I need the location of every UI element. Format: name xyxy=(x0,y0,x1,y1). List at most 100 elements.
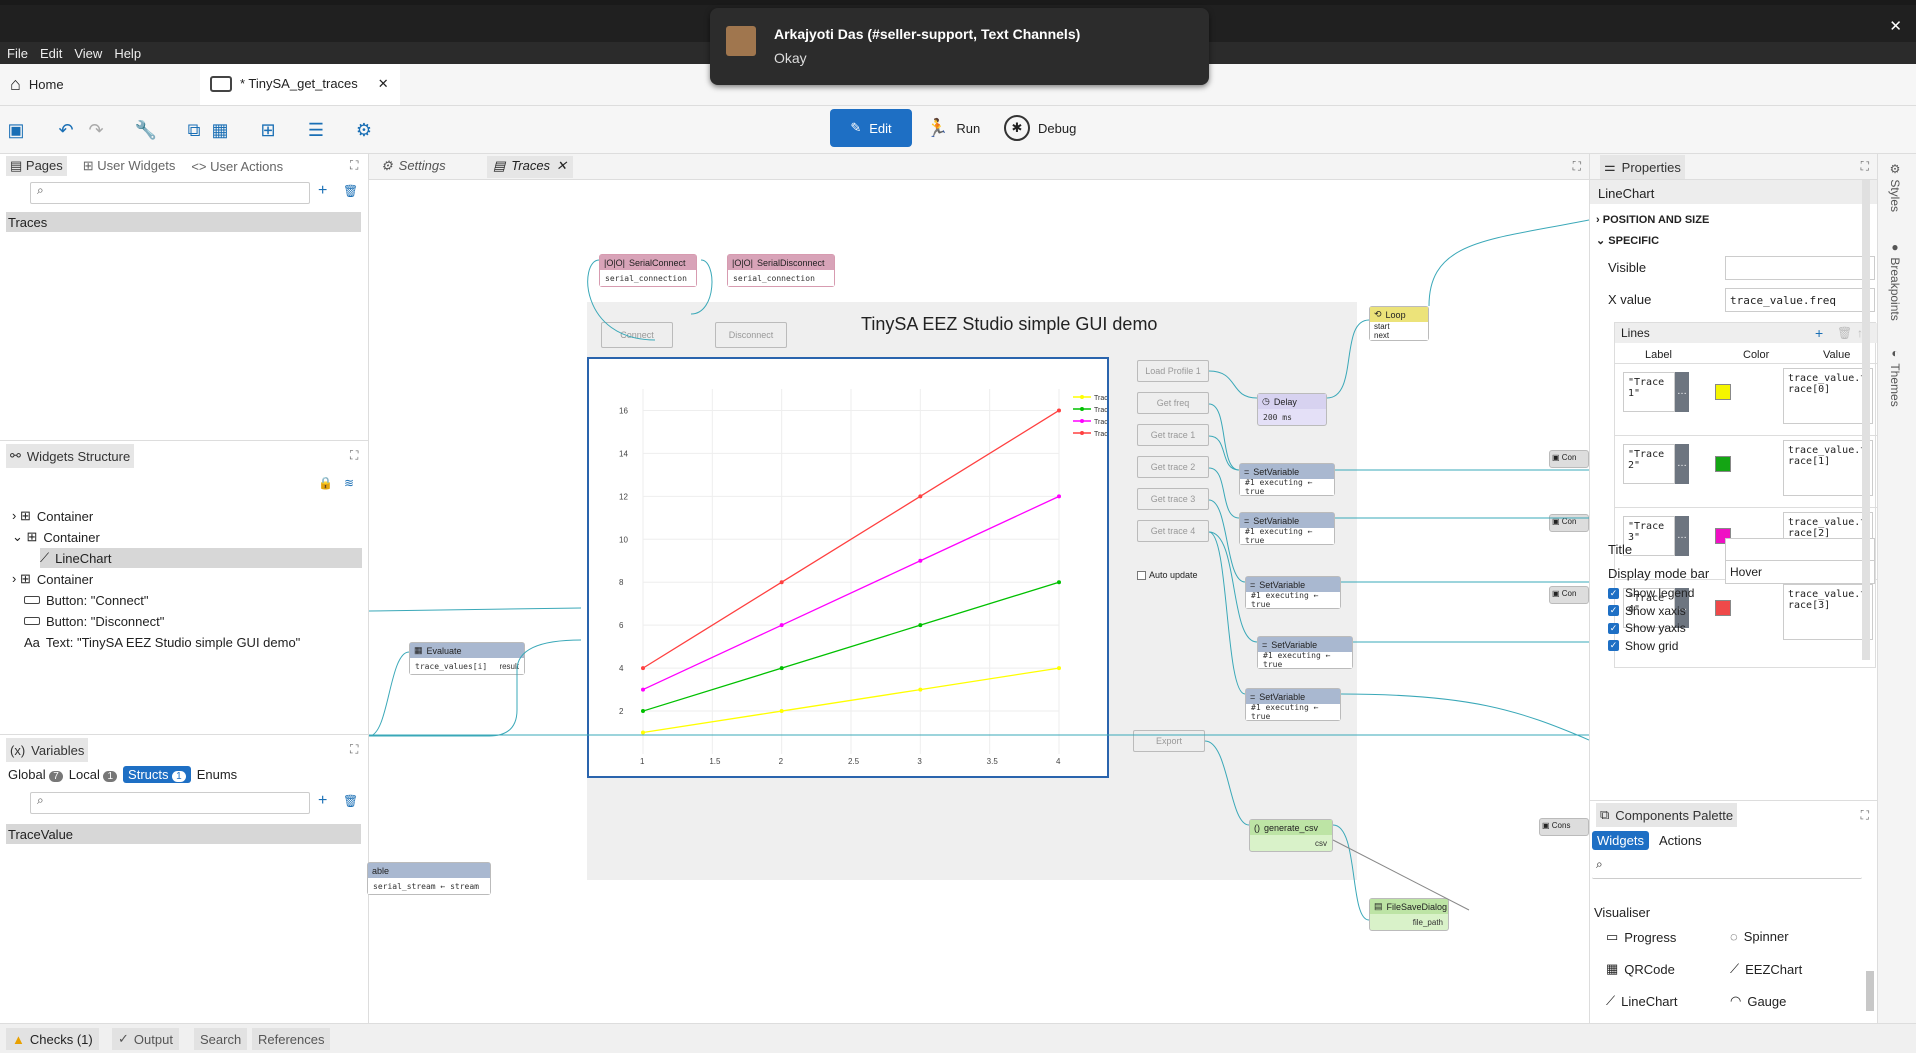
tab-structs[interactable]: Structs 1 xyxy=(123,766,191,783)
save-icon[interactable]: ▣ xyxy=(4,118,28,142)
hide-icon[interactable]: ≋ xyxy=(344,476,354,490)
tab-styles[interactable]: ⚙ Styles xyxy=(1888,162,1902,212)
setvariable-node-1[interactable]: = SetVariable #1 executing ← true xyxy=(1239,463,1335,496)
references-button[interactable]: References xyxy=(252,1028,331,1050)
tab-local[interactable]: Local 1 xyxy=(69,767,118,782)
add-line-icon[interactable]: + xyxy=(1815,325,1823,341)
line-color-swatch[interactable] xyxy=(1715,600,1731,616)
palette-eezchart[interactable]: ⟋ EEZChart xyxy=(1730,961,1802,977)
tab-widgets[interactable]: Widgets xyxy=(1592,831,1649,850)
setvariable-node-2[interactable]: = SetVariable #1 executing ← true xyxy=(1239,512,1335,545)
checkbox-show-xaxis[interactable]: ✓ Show xaxis xyxy=(1608,604,1686,618)
hierarchy-icon[interactable]: ⊞ xyxy=(256,118,280,142)
tab-traces[interactable]: ▤ Traces ✕ xyxy=(487,156,573,178)
export-button-widget[interactable]: Export xyxy=(1133,730,1205,752)
tab-settings[interactable]: ⚙ Settings xyxy=(381,158,446,174)
add-variable-icon[interactable]: + xyxy=(318,792,327,810)
delete-variable-icon[interactable]: 🗑 xyxy=(343,794,358,808)
checkbox-show-legend[interactable]: ✓ Show legend xyxy=(1608,586,1694,600)
page-title-text[interactable]: TinySA EEZ Studio simple GUI demo xyxy=(861,314,1157,335)
wrench-icon[interactable]: 🔧 xyxy=(134,118,158,142)
maximize-icon[interactable]: ⛶ xyxy=(350,742,358,757)
section-position-size[interactable]: › POSITION AND SIZE xyxy=(1596,214,1709,226)
line-color-swatch[interactable] xyxy=(1715,384,1731,400)
palette-progress[interactable]: ▭ Progress xyxy=(1606,929,1676,945)
frames-icon[interactable]: ⧉ xyxy=(182,118,206,142)
gear-icon[interactable]: ⚙ xyxy=(352,118,376,142)
line-row[interactable]: "Trace 1" … trace_value.trace[0] xyxy=(1615,363,1877,433)
connect-button-widget[interactable]: Connect xyxy=(601,322,673,348)
output-button[interactable]: ✓ Output xyxy=(112,1028,179,1050)
delete-page-icon[interactable]: 🗑 xyxy=(343,184,358,198)
run-mode-button[interactable]: 🏃 Run xyxy=(926,109,980,147)
palette-qrcode[interactable]: ▦ QRCode xyxy=(1606,961,1675,977)
tree-linechart[interactable]: ⟋ LineChart xyxy=(40,548,362,568)
setvariable-stream-node[interactable]: able serial_stream ← stream xyxy=(367,862,491,895)
line-value-input[interactable]: trace_value.trace[1] xyxy=(1783,440,1873,496)
tab-user-actions[interactable]: <> User Actions xyxy=(191,159,283,174)
select-frame-icon[interactable]: ▦ xyxy=(208,118,232,142)
checks-button[interactable]: ▲ Checks (1) xyxy=(6,1028,99,1050)
get-trace-1-button-widget[interactable]: Get trace 1 xyxy=(1137,424,1209,446)
maximize-icon[interactable]: ⛶ xyxy=(1861,808,1869,823)
title-input[interactable] xyxy=(1725,538,1875,562)
setvariable-node-5[interactable]: = SetVariable #1 executing ← true xyxy=(1245,688,1341,721)
expression-builder-button[interactable]: … xyxy=(1675,516,1689,556)
tab-actions[interactable]: Actions xyxy=(1655,831,1706,850)
menu-help[interactable]: Help xyxy=(114,46,141,61)
serial-connect-node[interactable]: |O|O| SerialConnect serial_connection xyxy=(599,254,697,287)
menu-file[interactable]: File xyxy=(7,46,28,61)
auto-update-checkbox[interactable]: Auto update xyxy=(1137,570,1198,580)
evaluate-node[interactable]: ▦ Evaluate trace_values[i] result xyxy=(409,642,525,675)
line-row[interactable]: "Trace 2" … trace_value.trace[1] xyxy=(1615,435,1877,505)
tab-breakpoints[interactable]: ● Breakpoints xyxy=(1888,240,1902,321)
tab-global[interactable]: Global 7 xyxy=(8,767,63,782)
tab-themes[interactable]: ◐ Themes xyxy=(1888,346,1902,407)
line-label-input[interactable]: "Trace 1" xyxy=(1623,372,1675,412)
tree-text[interactable]: Aa Text: "TinySA EEZ Studio simple GUI d… xyxy=(24,632,300,652)
tab-pages[interactable]: ▤ Pages xyxy=(6,156,67,176)
chat-notification[interactable]: Arkajyoti Das (#seller-support, Text Cha… xyxy=(710,8,1209,85)
close-tab-icon[interactable]: ✕ xyxy=(378,76,389,92)
struct-item[interactable]: TraceValue xyxy=(6,824,361,844)
tab-home[interactable]: ⌂ Home xyxy=(0,64,200,105)
tree-container-2[interactable]: ⌄ ⊞ Container xyxy=(12,527,100,547)
debug-mode-button[interactable]: ✱ Debug xyxy=(1004,109,1076,147)
flow-canvas[interactable]: TinySA EEZ Studio simple GUI demo |O|O| S… xyxy=(367,180,1589,1023)
disconnect-button-widget[interactable]: Disconnect xyxy=(715,322,787,348)
delay-node[interactable]: ◷ Delay 200 ms xyxy=(1257,393,1327,426)
tree-container-1[interactable]: › ⊞ Container xyxy=(12,506,93,526)
xvalue-input[interactable]: trace_value.freq xyxy=(1725,288,1875,312)
tab-project[interactable]: * TinySA_get_traces ✕ xyxy=(200,64,400,105)
close-window-icon[interactable]: ✕ xyxy=(1889,17,1902,35)
serial-disconnect-node[interactable]: |O|O| SerialDisconnect serial_connection xyxy=(727,254,835,287)
file-save-dialog-node[interactable]: ▤ FileSaveDialog file_path xyxy=(1369,898,1449,931)
visible-input[interactable] xyxy=(1725,256,1875,280)
line-value-input[interactable]: trace_value.trace[0] xyxy=(1783,368,1873,424)
load-profile-button-widget[interactable]: Load Profile 1 xyxy=(1137,360,1209,382)
variables-search-input[interactable]: ⌕ xyxy=(30,792,310,814)
tab-enums[interactable]: Enums xyxy=(197,767,237,782)
line-color-swatch[interactable] xyxy=(1715,456,1731,472)
section-specific[interactable]: ⌄ SPECIFIC xyxy=(1596,234,1659,247)
get-trace-3-button-widget[interactable]: Get trace 3 xyxy=(1137,488,1209,510)
tab-user-widgets[interactable]: ⊞ User Widgets xyxy=(83,158,176,174)
setvariable-node-3[interactable]: = SetVariable #1 executing ← true xyxy=(1245,576,1341,609)
line-label-input[interactable]: "Trace 2" xyxy=(1623,444,1675,484)
tree-button-connect[interactable]: Button: "Connect" xyxy=(24,590,148,610)
console-node-4[interactable]: ▣ Cons xyxy=(1539,818,1589,836)
tree-button-disconnect[interactable]: Button: "Disconnect" xyxy=(24,611,164,631)
get-trace-2-button-widget[interactable]: Get trace 2 xyxy=(1137,456,1209,478)
console-node-3[interactable]: ▣ Con xyxy=(1549,586,1589,604)
expression-builder-button[interactable]: … xyxy=(1675,372,1689,412)
page-item-traces[interactable]: Traces xyxy=(6,212,361,232)
search-button[interactable]: Search xyxy=(194,1028,248,1050)
palette-spinner[interactable]: ◌ Spinner xyxy=(1730,929,1789,944)
maximize-icon[interactable]: ⛶ xyxy=(350,158,358,173)
redo-icon[interactable]: ↷ xyxy=(84,118,108,142)
undo-icon[interactable]: ↶ xyxy=(54,118,78,142)
list-icon[interactable]: ☰ xyxy=(304,118,328,142)
lock-icon[interactable]: 🔒 xyxy=(318,476,333,490)
checkbox-show-yaxis[interactable]: ✓ Show yaxis xyxy=(1608,621,1686,635)
generate-csv-node[interactable]: () generate_csv csv xyxy=(1249,819,1333,852)
